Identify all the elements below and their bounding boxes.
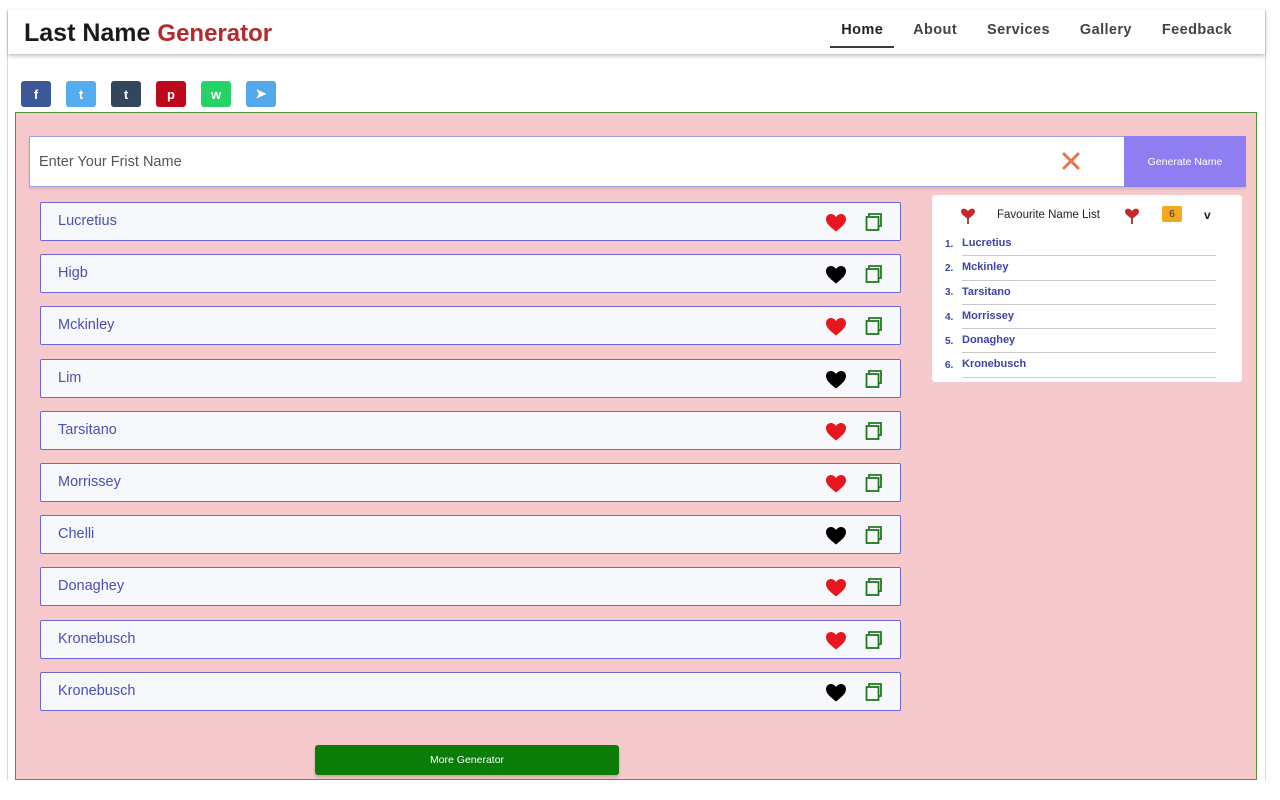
telegram-share-button[interactable]: ➤ (246, 81, 276, 107)
facebook-share-button[interactable]: f (21, 81, 51, 107)
copy-icon[interactable] (865, 630, 883, 650)
generated-name: Kronebusch (58, 682, 136, 699)
favourite-list-item: 2. Mckinley (945, 256, 1216, 281)
favourite-item-name: Lucretius (962, 232, 1216, 257)
favourite-count-badge: 6 (1162, 206, 1182, 222)
twitter-share-button[interactable]: t (66, 81, 96, 107)
generated-name: Morrissey (58, 473, 121, 490)
copy-icon[interactable] (865, 474, 883, 493)
heart-icon[interactable] (825, 683, 847, 702)
copy-icon[interactable] (865, 369, 883, 389)
page-frame: Last Name Generator Home About Services Gal… (7, 10, 1266, 780)
favourite-item-name: Morrissey (962, 305, 1216, 330)
favourite-item-number: 4. (945, 311, 954, 323)
copy-icon[interactable] (865, 317, 883, 336)
site-logo[interactable]: Last Name Generator (24, 19, 272, 48)
generated-names-list: Lucretius Higb Mckinley Lim Tarsitano Morriss… (40, 202, 901, 724)
nav-item-services[interactable]: Services (976, 10, 1061, 48)
favourite-list-item: 5. Donaghey (945, 329, 1216, 354)
generate-name-button[interactable]: Generate Name (1124, 136, 1246, 187)
heart-icon[interactable] (825, 213, 847, 232)
favourite-item-number: 2. (945, 262, 954, 274)
generated-name: Higb (58, 265, 88, 282)
telegram-icon: ➤ (255, 86, 267, 101)
heart-icon[interactable] (825, 317, 847, 336)
logo-accent: Generator (157, 20, 273, 47)
generated-name: Chelli (58, 526, 95, 543)
main-nav: Home About Services Gallery Feedback (822, 10, 1243, 54)
favourite-list-item: 4. Morrissey (945, 305, 1216, 330)
favourite-list-title: Favourite Name List (997, 209, 1100, 221)
heart-pin-icon (961, 208, 975, 224)
favourite-item-name: Donaghey (962, 329, 1216, 354)
heart-pin-icon (1125, 208, 1139, 224)
first-name-input[interactable] (30, 137, 1030, 186)
favourite-list-panel: Favourite Name List 6 v 1. Lucretius 2. Mck… (932, 195, 1242, 382)
heart-icon[interactable] (825, 631, 847, 650)
whatsapp-share-button[interactable]: w (201, 81, 231, 107)
name-row: Kronebusch (40, 671, 901, 711)
favourite-list-item: 1. Lucretius (945, 232, 1216, 257)
favourite-item-number: 5. (945, 335, 954, 347)
name-row: Lim (40, 358, 901, 398)
generated-name: Mckinley (58, 317, 115, 334)
social-share-bar: f t t p w ➤ (21, 81, 291, 107)
nav-item-about[interactable]: About (902, 10, 968, 48)
favourite-item-name: Kronebusch (962, 353, 1216, 378)
favourite-item-name: Tarsitano (962, 281, 1216, 305)
nav-item-feedback[interactable]: Feedback (1151, 10, 1243, 48)
heart-icon[interactable] (825, 265, 847, 284)
copy-icon[interactable] (865, 265, 883, 284)
copy-icon[interactable] (865, 682, 883, 702)
favourite-list-item: 3. Tarsitano (945, 281, 1216, 305)
name-row: Morrissey (40, 462, 901, 502)
generated-name: Lim (58, 369, 82, 386)
generated-name: Lucretius (58, 213, 117, 229)
facebook-icon: f (33, 86, 39, 102)
favourite-toggle-button[interactable]: v (1204, 208, 1211, 222)
name-search-bar: Generate Name (29, 136, 1246, 187)
heart-icon[interactable] (825, 370, 847, 389)
site-header: Last Name Generator Home About Services Gal… (8, 10, 1265, 54)
favourite-names: 1. Lucretius 2. Mckinley 3. Tarsitano 4. Morris… (945, 232, 1216, 378)
generated-name: Kronebusch (58, 630, 136, 647)
close-icon[interactable] (1059, 149, 1083, 173)
copy-icon[interactable] (865, 421, 883, 441)
favourite-list-item: 6. Kronebusch (945, 353, 1216, 378)
name-row: Tarsitano (40, 410, 901, 450)
favourite-item-number: 1. (945, 238, 954, 250)
copy-icon[interactable] (865, 578, 883, 597)
name-row: Kronebusch (40, 619, 901, 659)
more-generator-button[interactable]: More Generator (315, 745, 619, 775)
heart-icon[interactable] (825, 474, 847, 493)
generator-panel: Generate Name Lucretius Higb Mckinley Lim Ta… (15, 112, 1257, 780)
logo-main: Last Name (24, 19, 151, 47)
favourite-item-number: 3. (945, 287, 954, 299)
whatsapp-icon: w (210, 86, 222, 102)
twitter-icon: t (78, 86, 84, 102)
name-row: Chelli (40, 515, 901, 555)
nav-item-home[interactable]: Home (830, 10, 895, 48)
nav-item-gallery[interactable]: Gallery (1069, 10, 1143, 48)
pinterest-share-button[interactable]: p (156, 81, 186, 107)
favourite-list-header: Favourite Name List 6 v (932, 195, 1242, 235)
copy-icon[interactable] (865, 526, 883, 545)
heart-icon[interactable] (825, 422, 847, 441)
pinterest-icon: p (167, 86, 175, 102)
name-row: Higb (40, 254, 901, 294)
favourite-item-number: 6. (945, 360, 954, 372)
name-row: Lucretius (40, 202, 901, 241)
heart-icon[interactable] (825, 578, 847, 597)
generated-name: Donaghey (58, 578, 125, 595)
tumblr-icon: t (123, 86, 129, 102)
copy-icon[interactable] (865, 213, 883, 232)
tumblr-share-button[interactable]: t (111, 81, 141, 107)
name-row: Donaghey (40, 567, 901, 607)
favourite-item-name: Mckinley (962, 256, 1216, 281)
generated-name: Tarsitano (58, 421, 117, 438)
name-row: Mckinley (40, 306, 901, 346)
heart-icon[interactable] (825, 526, 847, 545)
